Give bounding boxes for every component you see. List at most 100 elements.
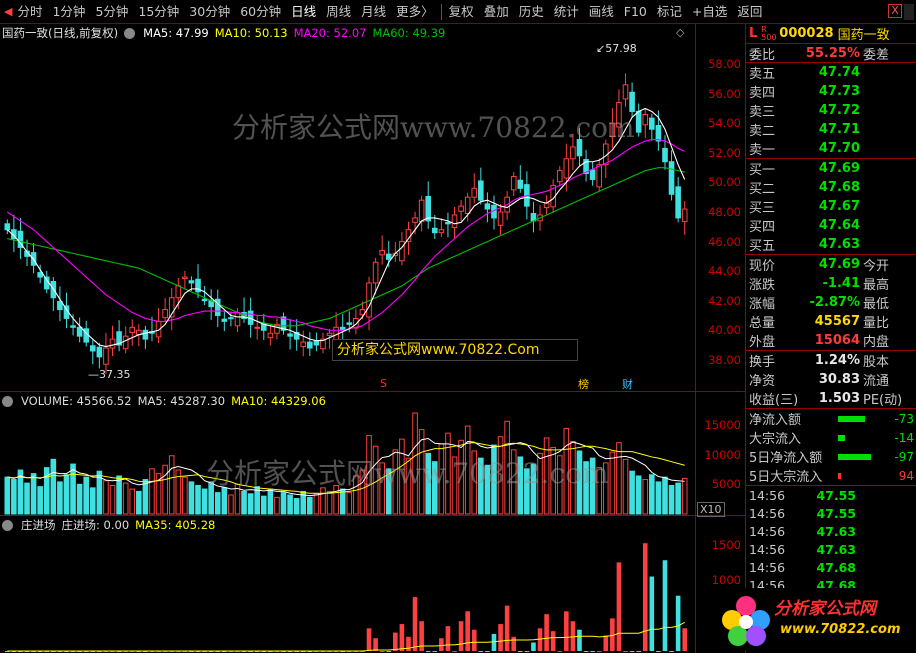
candle (464, 196, 471, 214)
volume-bar (129, 488, 136, 515)
ma60-label: MA60: 49.39 (372, 26, 446, 40)
tick-time: 14:56 (749, 487, 786, 503)
quote-panel: L R 500 000028 国药一致 委比 55.25% 委差 卖五 47.74… (745, 24, 916, 653)
weibi-row: 委比 55.25% 委差 (746, 44, 916, 63)
volume-bar (609, 451, 616, 515)
tag-bang[interactable]: 榜 (578, 376, 589, 392)
indicator-bar (636, 651, 641, 652)
toolbar-btn-9[interactable]: 更多〉 (391, 1, 439, 23)
candle (662, 147, 668, 163)
fundamentals-list: 换手 1.24% 股本 净资 30.83 流通 收益(三) 1.503 PE(动) (746, 351, 916, 409)
tick-price: 47.68 (816, 559, 856, 575)
volume-bar (116, 475, 122, 515)
price-panel[interactable]: 国药一致(日线,前复权) MA5: 47.99 MA10: 50.13 MA20… (0, 24, 745, 392)
price-chart[interactable] (0, 24, 695, 392)
quote-row-2-label: 涨幅 (749, 297, 776, 312)
legend-settings-icon[interactable] (124, 27, 136, 39)
quote-row-0-label: 现价 (749, 259, 776, 274)
volume-bar (307, 496, 313, 515)
indicator-bar (393, 632, 398, 651)
toolbar-btn-2[interactable]: 5分钟 (90, 1, 133, 23)
tag-s[interactable]: S (380, 377, 387, 390)
bid-row-2-label: 买三 (749, 201, 776, 216)
toolbar-btn-11[interactable]: 叠加 (479, 1, 514, 23)
menu-arrow-icon[interactable]: ◀ (4, 5, 12, 18)
tick-time: 14:56 (749, 505, 786, 521)
volume-axis: 15000 10000 5000 (695, 392, 745, 515)
candle (556, 170, 563, 183)
toolbar-btn-6[interactable]: 日线 (286, 1, 321, 23)
toolbar-btn-17[interactable]: +自选 (687, 1, 732, 23)
indicator-chart[interactable] (0, 516, 695, 653)
quote-row-4: 外盘 15064 内盘 (746, 331, 916, 350)
flow-row-1: 大宗流入 -14 (746, 428, 916, 448)
tag-cai[interactable]: 财 (622, 376, 633, 392)
toolbar-btn-16[interactable]: 标记 (652, 1, 687, 23)
extra-row-0-label2: 股本 (863, 355, 890, 370)
candle (385, 253, 392, 260)
ask-row-2-value: 47.72 (818, 103, 860, 118)
stock-name: 国药一致 (837, 28, 890, 43)
flow-value: -73 (894, 411, 914, 426)
quote-row-0-label2: 今开 (863, 259, 890, 274)
y-tick-label: 48.00 (708, 205, 741, 219)
quote-row-3-value: 45567 (814, 314, 860, 329)
candle (103, 347, 109, 365)
stock-title: 国药一致(日线,前复权) (2, 26, 119, 40)
window-scroll-handle[interactable] (904, 4, 914, 20)
flower-logo-icon (722, 596, 770, 646)
toolbar-btn-13[interactable]: 统计 (549, 1, 584, 23)
candle (4, 223, 11, 231)
indicator-bar (590, 651, 595, 652)
toolbar-btn-10[interactable]: 复权 (444, 1, 479, 23)
toolbar-btn-1[interactable]: 1分钟 (47, 1, 90, 23)
toolbar-btn-3[interactable]: 15分钟 (133, 1, 184, 23)
toolbar-btn-14[interactable]: 画线 (584, 1, 619, 23)
toolbar-btn-15[interactable]: F10 (619, 1, 652, 23)
bid-row-1-value: 47.68 (818, 180, 860, 195)
toolbar-btn-0[interactable]: 分时 (12, 1, 47, 23)
tick-row-3: 14:56 47.63 (746, 540, 916, 558)
flow-bar (838, 434, 846, 441)
promo-banner: 分析家公式网www.70822.Com (332, 339, 578, 361)
ask-row-4-value: 47.70 (818, 141, 860, 156)
toolbar-btn-8[interactable]: 月线 (356, 1, 391, 23)
toolbar-btn-12[interactable]: 历史 (514, 1, 549, 23)
toolbar-btn-18[interactable]: 返回 (732, 1, 767, 23)
volume-settings-icon[interactable] (2, 395, 13, 407)
flow-label: 5日大宗流入 (749, 470, 823, 485)
volume-bar (228, 494, 234, 515)
candle (675, 186, 681, 219)
ask-row-4-label: 卖一 (749, 143, 776, 158)
toolbar-btn-5[interactable]: 60分钟 (235, 1, 286, 23)
volume-bar (109, 484, 116, 515)
candle (254, 326, 261, 329)
candle (635, 110, 642, 133)
ask-list: 卖五 47.74 卖四 47.73 卖三 47.72 卖二 47.71 卖一 47.70 (746, 63, 916, 159)
candle (346, 322, 353, 325)
volume-bar (50, 458, 57, 515)
volume-bar (57, 481, 63, 515)
indicator-bar (583, 651, 589, 652)
x10-button[interactable]: X10 (697, 502, 725, 517)
l-indicator[interactable]: L (746, 26, 757, 41)
extra-row-0-value: 1.24% (814, 353, 860, 368)
quote-row-3-label: 总量 (749, 316, 776, 331)
toolbar-btn-4[interactable]: 30分钟 (184, 1, 235, 23)
candle (326, 332, 333, 336)
indicator-panel[interactable]: 庄进场 庄进场: 0.00 MA35: 405.28 15001000500 (0, 516, 745, 653)
quote-row-1-value: -1.41 (822, 276, 860, 291)
candle (109, 338, 116, 349)
indicator-bar (616, 562, 622, 651)
tick-time: 14:56 (749, 541, 786, 557)
candle (668, 161, 675, 195)
indicator-settings-icon[interactable] (2, 519, 13, 531)
r500-indicator[interactable]: R 500 (761, 25, 777, 42)
close-button[interactable]: X (888, 4, 902, 18)
toolbar-btn-7[interactable]: 周线 (321, 1, 356, 23)
diamond-icon[interactable]: ◇ (676, 26, 684, 39)
volume-bar (326, 490, 333, 515)
tick-row-0: 14:56 47.55 (746, 486, 916, 504)
quote-row-2-label2: 最低 (863, 297, 890, 312)
volume-bar (37, 486, 43, 515)
